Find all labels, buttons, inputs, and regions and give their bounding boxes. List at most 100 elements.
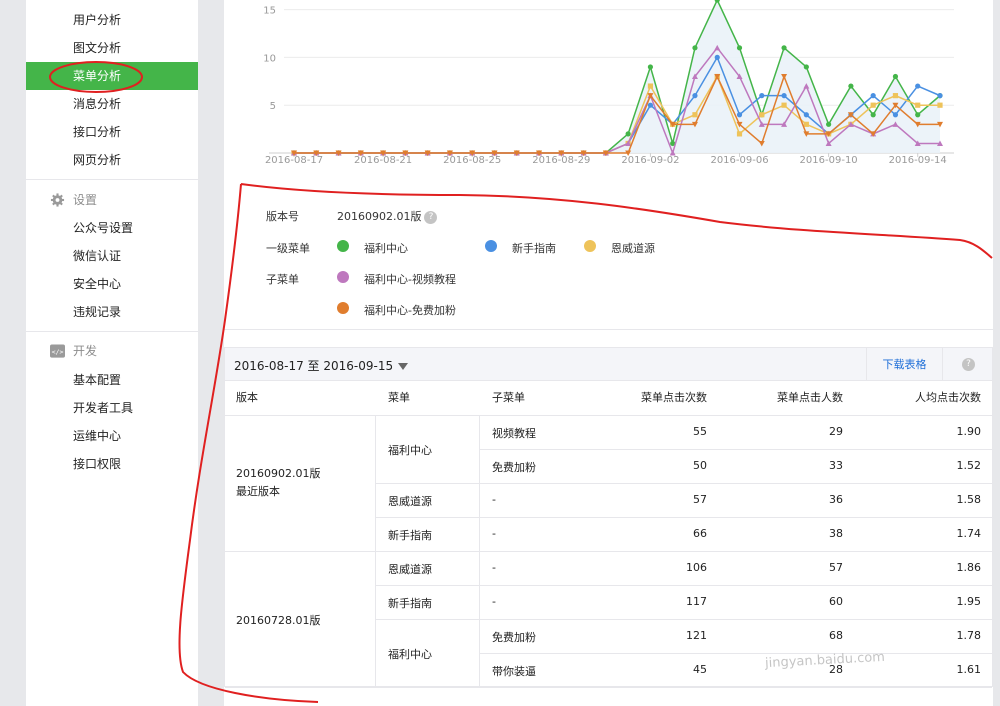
avg-clicks: 1.78 (956, 629, 982, 642)
group-divider (225, 551, 992, 552)
legend-dot-video-tutorial[interactable] (337, 271, 349, 283)
submenu-name: 免费加粉 (492, 461, 536, 474)
sidebar-item-api-permissions[interactable]: 接口权限 (26, 450, 198, 478)
data-point (781, 102, 787, 108)
y-tick-label: 5 (270, 101, 276, 112)
column-divider (479, 585, 480, 619)
avg-clicks: 1.74 (956, 527, 982, 540)
data-point (826, 121, 832, 127)
x-tick-label: 2016-08-21 (354, 155, 412, 166)
data-point (892, 93, 899, 99)
legend-dot-enweidaoyuan[interactable] (584, 240, 596, 252)
data-point (870, 102, 876, 108)
submenu-name: - (492, 595, 496, 608)
data-point (915, 83, 921, 89)
click-users: 38 (829, 527, 843, 540)
legend-item-free-followers[interactable]: 福利中心-免费加粉 (364, 302, 456, 318)
click-count: 50 (693, 459, 707, 472)
sidebar-item-menu-analysis[interactable]: 菜单分析 (26, 62, 198, 90)
click-count: 55 (693, 425, 707, 438)
table-help-button[interactable]: ? (942, 348, 992, 381)
avg-clicks: 1.86 (956, 561, 982, 574)
date-range-dropdown[interactable]: 2016-08-17 至 2016-09-15 (234, 357, 409, 374)
version-name: 20160902.01版 (236, 467, 321, 480)
data-point (647, 83, 654, 89)
legend-dot-xinshouzhinan[interactable] (485, 240, 497, 252)
click-count: 121 (686, 629, 707, 642)
click-count: 57 (693, 493, 707, 506)
sidebar-item-dev-tools[interactable]: 开发者工具 (26, 394, 198, 422)
menu-name: 新手指南 (388, 529, 432, 542)
legend-item-enweidaoyuan[interactable]: 恩威道源 (611, 240, 655, 256)
sidebar-item-message-analysis[interactable]: 消息分析 (26, 90, 198, 118)
sidebar-item-api-analysis[interactable]: 接口分析 (26, 118, 198, 146)
row-divider (479, 653, 992, 654)
data-point (937, 93, 943, 99)
data-table-panel: 2016-08-17 至 2016-09-15 下载表格 ? 版本 菜单 子菜单… (224, 347, 993, 688)
download-table-button[interactable]: 下载表格 (866, 348, 942, 381)
row-divider (375, 619, 992, 620)
sidebar-divider (26, 331, 198, 332)
data-point (692, 45, 698, 51)
submenu-name: 免费加粉 (492, 631, 536, 644)
data-point (915, 102, 921, 108)
version-value: 20160902.01版? (337, 208, 438, 224)
header-click-users: 菜单点击人数 (777, 391, 843, 404)
main-content: 5 10 15 2016-08-17 2016-08-21 2016-08-25 2016-… (224, 0, 993, 706)
submenu-name: 视频教程 (492, 427, 536, 440)
group-divider (225, 687, 992, 688)
version-note: 最近版本 (236, 485, 280, 498)
avg-clicks: 1.95 (956, 595, 982, 608)
x-tick-label: 2016-08-25 (443, 155, 501, 166)
sidebar-item-basic-config[interactable]: 基本配置 (26, 366, 198, 394)
sidebar-item-user-analysis[interactable]: 用户分析 (26, 6, 198, 34)
sidebar-group-dev: </> 开发 (26, 337, 198, 365)
x-tick-label: 2016-08-17 (265, 155, 323, 166)
x-tick-label: 2016-08-29 (532, 155, 590, 166)
click-count: 66 (693, 527, 707, 540)
menu-click-trend-chart: 5 10 15 2016-08-17 2016-08-21 2016-08-25 2016-… (263, 0, 954, 166)
sidebar-item-webpage-analysis[interactable]: 网页分析 (26, 146, 198, 174)
sidebar-item-ops-center[interactable]: 运维中心 (26, 422, 198, 450)
sidebar-item-violations[interactable]: 违规记录 (26, 298, 198, 326)
sidebar-group-settings: 设置 (26, 186, 198, 214)
menu-name: 新手指南 (388, 597, 432, 610)
column-divider (479, 517, 480, 551)
click-users: 29 (829, 425, 843, 438)
sidebar-item-article-analysis[interactable]: 图文分析 (26, 34, 198, 62)
legend-item-video-tutorial[interactable]: 福利中心-视频教程 (364, 271, 456, 287)
x-tick-label: 2016-09-10 (800, 155, 858, 166)
data-point (781, 45, 787, 51)
data-point (647, 102, 654, 108)
help-icon[interactable]: ? (424, 210, 438, 224)
avg-clicks: 1.61 (956, 663, 982, 676)
avg-clicks: 1.58 (956, 493, 982, 506)
y-tick-label: 15 (263, 6, 276, 17)
data-point (714, 54, 720, 60)
header-menu: 菜单 (388, 391, 410, 404)
header-avg-clicks: 人均点击次数 (915, 391, 981, 404)
table-toolbar: 2016-08-17 至 2016-09-15 下载表格 ? (225, 348, 992, 381)
chart-panel: 5 10 15 2016-08-17 2016-08-21 2016-08-25 2016-… (224, 0, 993, 330)
sidebar-item-security[interactable]: 安全中心 (26, 270, 198, 298)
row-divider (225, 415, 992, 416)
submenu-name: - (492, 527, 496, 540)
data-point (759, 112, 765, 118)
legend-item-fulizhongxin[interactable]: 福利中心 (364, 240, 408, 256)
legend-dot-fulizhongxin[interactable] (337, 240, 349, 252)
data-point (803, 64, 809, 70)
click-users: 68 (829, 629, 843, 642)
sidebar-item-wechat-verify[interactable]: 微信认证 (26, 242, 198, 270)
data-point (736, 131, 743, 137)
data-point (692, 112, 698, 118)
data-point (625, 131, 631, 137)
click-users: 36 (829, 493, 843, 506)
legend-dot-free-followers[interactable] (337, 302, 349, 314)
click-count: 117 (686, 595, 707, 608)
legend-item-xinshouzhinan[interactable]: 新手指南 (512, 240, 556, 256)
y-tick-label: 10 (263, 53, 276, 64)
level1-menu-label: 一级菜单 (266, 242, 310, 255)
menu-name: 福利中心 (388, 444, 432, 457)
sidebar-item-account-settings[interactable]: 公众号设置 (26, 214, 198, 242)
data-point (892, 73, 899, 80)
